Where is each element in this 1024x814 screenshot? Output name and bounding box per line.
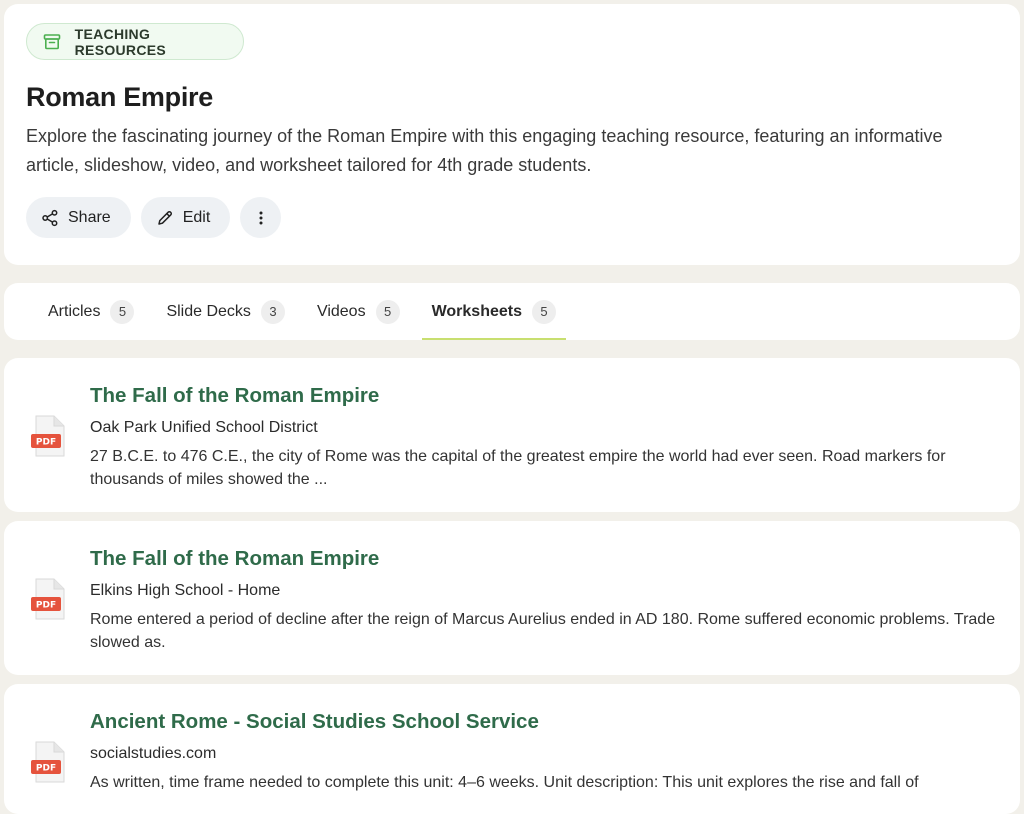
resource-tabs: Articles 5 Slide Decks 3 Videos 5 Worksh…	[4, 283, 578, 340]
result-snippet: As written, time frame needed to complet…	[90, 774, 919, 791]
result-title-link[interactable]: The Fall of the Roman Empire	[90, 384, 379, 408]
page-title: Roman Empire	[26, 82, 213, 112]
tab-slide-decks[interactable]: Slide Decks 3	[156, 283, 294, 340]
more-options-button[interactable]	[240, 197, 282, 238]
pdf-file-icon: PDF	[30, 740, 66, 784]
result-snippet: 27 B.C.E. to 476 C.E., the city of Rome …	[90, 448, 946, 488]
pencil-icon	[155, 208, 175, 228]
result-source: Elkins High School - Home	[90, 582, 281, 599]
tab-count: 5	[531, 299, 556, 324]
tab-count: 5	[375, 299, 400, 324]
pdf-label: PDF	[36, 764, 56, 774]
page-description: Explore the fascinating journey of the R…	[26, 126, 943, 175]
resource-tabs-card: Articles 5 Slide Decks 3 Videos 5 Worksh…	[4, 283, 1020, 340]
badge-label: TEACHING RESOURCES	[74, 25, 167, 58]
tab-label: Articles	[48, 302, 101, 320]
tab-worksheets[interactable]: Worksheets 5	[421, 283, 567, 340]
teaching-resources-badge: TEACHING RESOURCES	[26, 23, 244, 60]
more-vertical-icon	[251, 208, 271, 228]
result-title-link[interactable]: Ancient Rome - Social Studies School Ser…	[90, 710, 539, 734]
share-icon	[40, 208, 60, 228]
tab-videos[interactable]: Videos 5	[307, 283, 410, 340]
resource-header-card: TEACHING RESOURCES Roman Empire Explore …	[4, 4, 1020, 265]
tab-label: Videos	[316, 302, 366, 320]
result-card[interactable]: PDF The Fall of the Roman Empire Elkins …	[4, 521, 1020, 675]
share-button-label: Share	[68, 208, 111, 226]
result-source: Oak Park Unified School District	[90, 419, 318, 436]
result-source: socialstudies.com	[90, 745, 217, 762]
edit-button-label: Edit	[182, 208, 211, 226]
tab-label: Slide Decks	[166, 302, 251, 320]
edit-button[interactable]: Edit	[140, 197, 231, 238]
pdf-file-icon: PDF	[30, 577, 66, 621]
tab-count: 5	[110, 299, 135, 324]
result-title-link[interactable]: The Fall of the Roman Empire	[90, 547, 379, 571]
pdf-label: PDF	[36, 438, 56, 448]
pdf-file-icon: PDF	[30, 414, 66, 458]
pdf-label: PDF	[36, 601, 56, 611]
archive-box-icon	[41, 31, 63, 53]
tab-count: 3	[260, 299, 285, 324]
result-card[interactable]: PDF The Fall of the Roman Empire Oak Par…	[4, 358, 1020, 512]
header-actions: Share Edit	[26, 197, 282, 238]
share-button[interactable]: Share	[26, 197, 131, 238]
tab-articles[interactable]: Articles 5	[38, 283, 144, 340]
tab-label: Worksheets	[431, 302, 522, 320]
result-card[interactable]: PDF Ancient Rome - Social Studies School…	[4, 684, 1020, 814]
result-snippet: Rome entered a period of decline after t…	[90, 611, 996, 651]
